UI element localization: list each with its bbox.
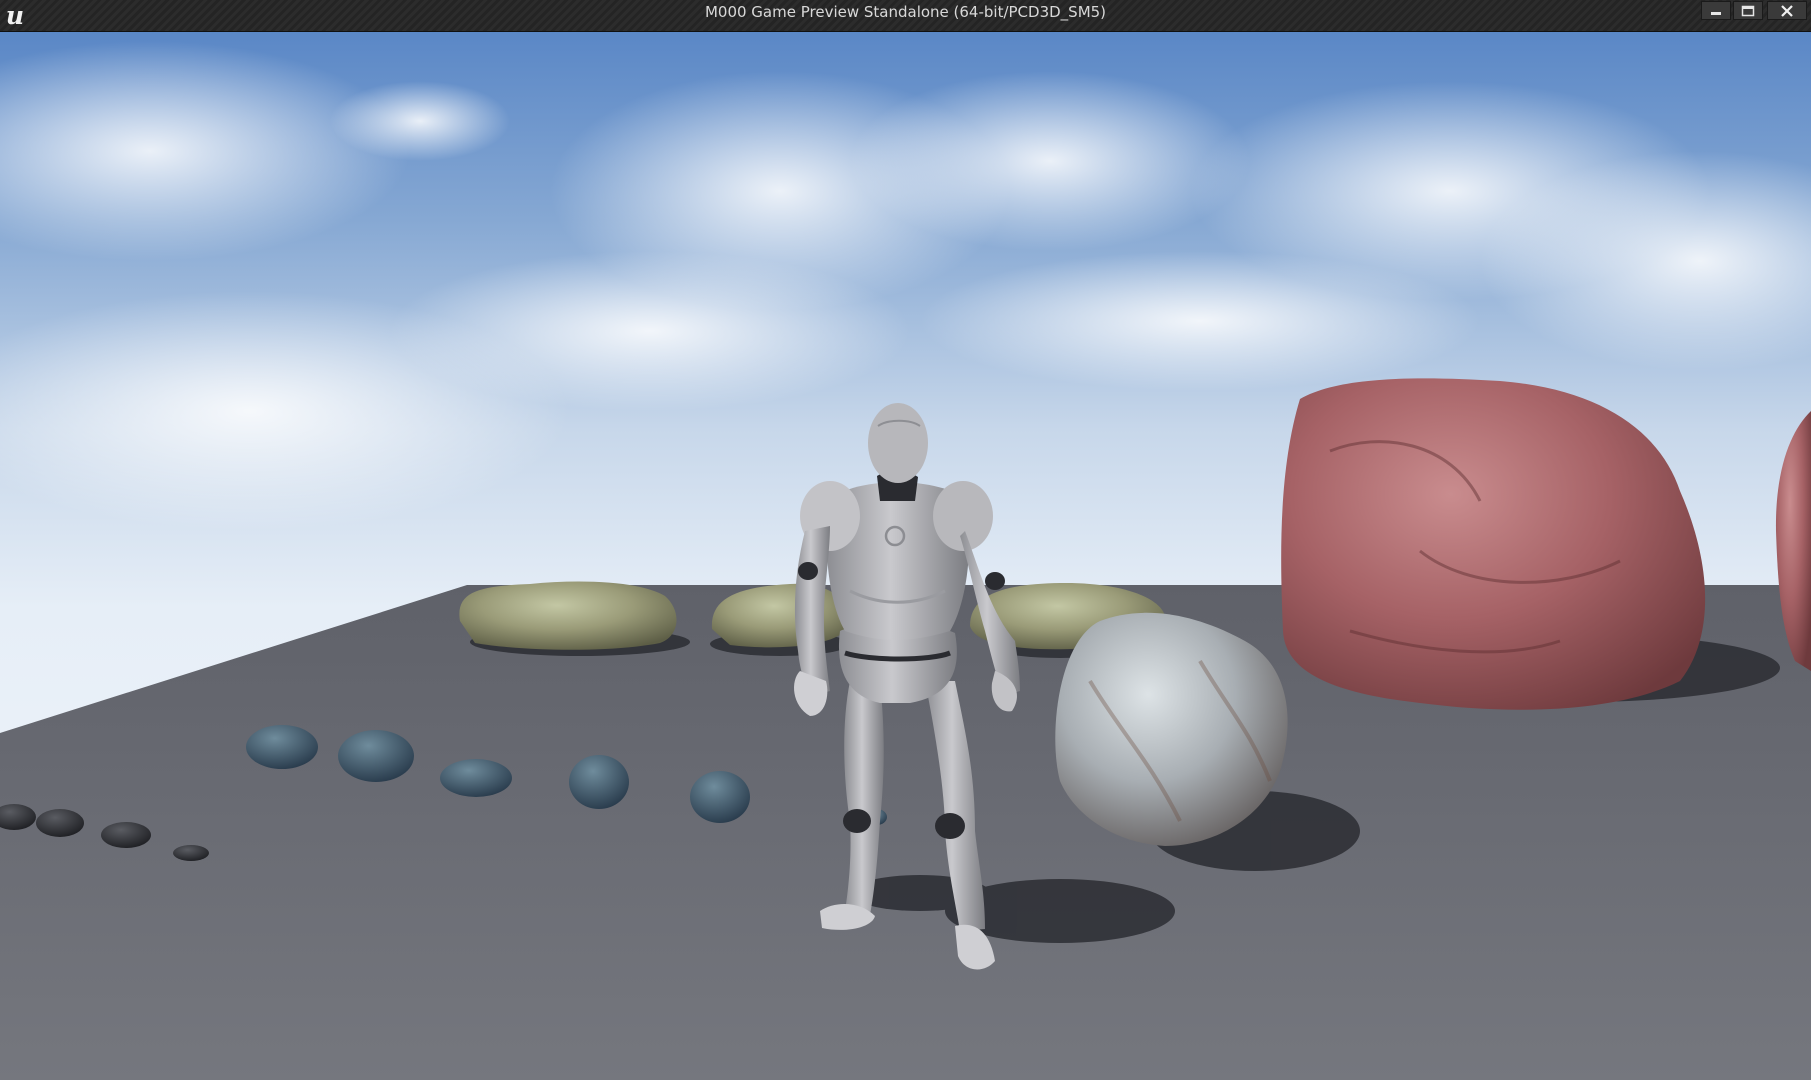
- title-bar[interactable]: u M000 Game Preview Standalone (64-bit/P…: [0, 0, 1811, 32]
- grey-boulder: [1055, 612, 1288, 846]
- mossy-rock-left: [459, 581, 677, 650]
- maximize-button[interactable]: [1733, 1, 1763, 20]
- minimize-button[interactable]: [1701, 1, 1731, 20]
- game-preview-window: u M000 Game Preview Standalone (64-bit/P…: [0, 0, 1811, 1080]
- game-viewport[interactable]: [0, 31, 1811, 1080]
- close-icon: [1781, 4, 1793, 17]
- maximize-icon: [1741, 5, 1755, 16]
- game-scene: [0, 31, 1811, 1080]
- close-button[interactable]: [1767, 1, 1807, 20]
- minimize-icon: [1711, 11, 1721, 15]
- unreal-engine-logo-icon[interactable]: u: [0, 0, 30, 31]
- window-title: M000 Game Preview Standalone (64-bit/PCD…: [704, 3, 1107, 21]
